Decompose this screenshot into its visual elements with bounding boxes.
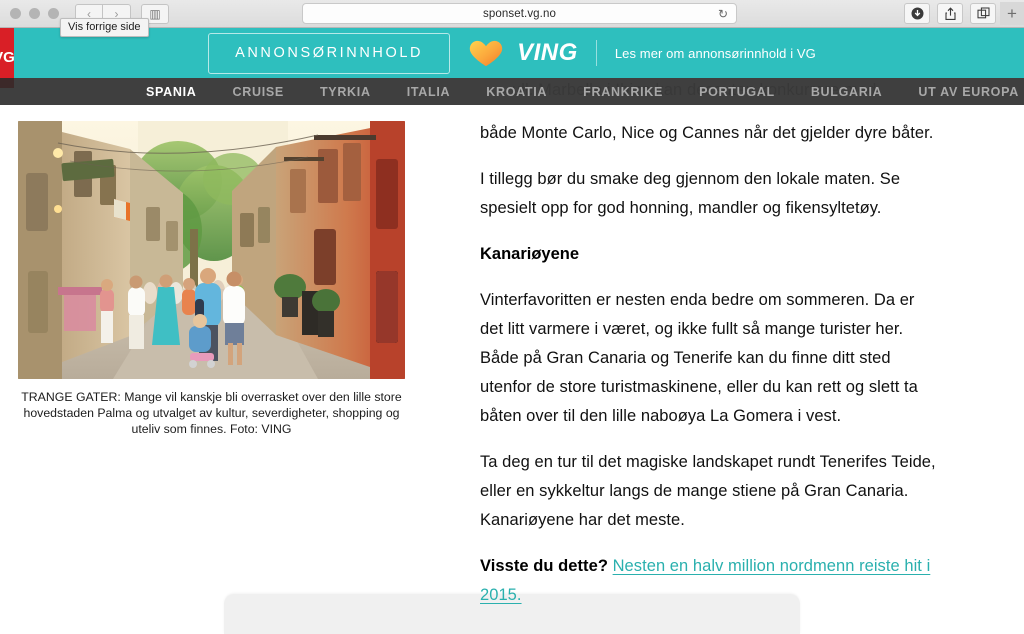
browser-toolbar: ‹ › ▥ sponset.vg.no ↻ + [0,0,1024,28]
nav-item-cruise[interactable]: CRUISE [233,85,284,99]
maximize-window-button[interactable] [48,8,59,19]
article-body: ull. Marbella i Ibiza kan dessuten konku… [0,81,1024,605]
nav-item-frankrike[interactable]: FRANKRIKE [583,85,663,99]
section-heading-kanarioyene: Kanariøyene [480,245,580,263]
url-text: sponset.vg.no [483,7,556,20]
plus-icon: + [1007,3,1017,23]
more-info-link[interactable]: Les mer om annonsørinnhold i VG [615,46,816,61]
download-icon [911,7,923,20]
show-tabs-button[interactable] [970,3,996,24]
back-button-tooltip: Vis forrige side [60,18,149,37]
nav-item-italia[interactable]: ITALIA [407,85,451,99]
ving-wordmark: VING [517,39,578,66]
share-button[interactable] [937,3,963,24]
sponsor-banner-content: ANNONSØRINNHOLD VING Les mer om annonsør… [208,32,816,74]
close-window-button[interactable] [10,8,21,19]
reload-icon[interactable]: ↻ [718,7,728,21]
downloads-button[interactable] [904,3,930,24]
article-paragraph: Vinterfavoritten er nesten enda bedre om… [480,291,918,425]
heart-icon [469,40,503,66]
did-you-know-label: Visste du dette? [480,557,608,575]
page-viewport: VG ANNONSØRINNHOLD VING Les [0,28,1024,605]
photo-caption: TRANGE GATER: Mange vil kanskje bli over… [21,390,402,436]
street-photo-illustration [18,121,405,379]
article-paragraph: Ta deg en tur til det magiske landskapet… [480,453,936,529]
share-icon [944,6,956,20]
vertical-divider [595,40,597,66]
nav-item-portugal[interactable]: PORTUGAL [699,85,775,99]
new-tab-button[interactable]: + [1000,2,1024,25]
article-paragraph: I tillegg bør du smake deg gjennom den l… [480,170,901,217]
tabs-icon [976,7,990,19]
vg-logo-text: VG [0,49,14,67]
sponsor-banner: VG ANNONSØRINNHOLD VING Les [0,28,1024,88]
nav-item-tyrkia[interactable]: TYRKIA [320,85,371,99]
window-controls[interactable] [10,8,59,19]
nav-item-ut-av-europa[interactable]: UT AV EUROPA [918,85,1019,99]
address-bar[interactable]: sponset.vg.no ↻ [302,3,737,24]
nav-item-bulgaria[interactable]: BULGARIA [811,85,883,99]
street-photo [18,121,405,379]
nav-item-spania[interactable]: SPANIA [146,85,197,99]
article-right-column: både Monte Carlo, Nice og Cannes når det… [468,105,968,605]
article-paragraph: både Monte Carlo, Nice og Cannes når det… [480,124,934,142]
minimize-window-button[interactable] [29,8,40,19]
nav-item-kroatia[interactable]: KROATIA [486,85,547,99]
did-you-know-paragraph: Visste du dette? Nesten en halv million … [480,552,938,605]
article-left-column: TRANGE GATER: Mange vil kanskje bli over… [0,105,468,605]
destination-nav[interactable]: SPANIA CRUISE TYRKIA ITALIA KROATIA FRAN… [0,78,1024,105]
ving-brand-block[interactable]: VING [468,39,578,67]
sponsored-content-label: ANNONSØRINNHOLD [208,32,451,74]
toolbar-right-buttons[interactable] [904,3,996,24]
sidebar-icon: ▥ [149,6,161,21]
